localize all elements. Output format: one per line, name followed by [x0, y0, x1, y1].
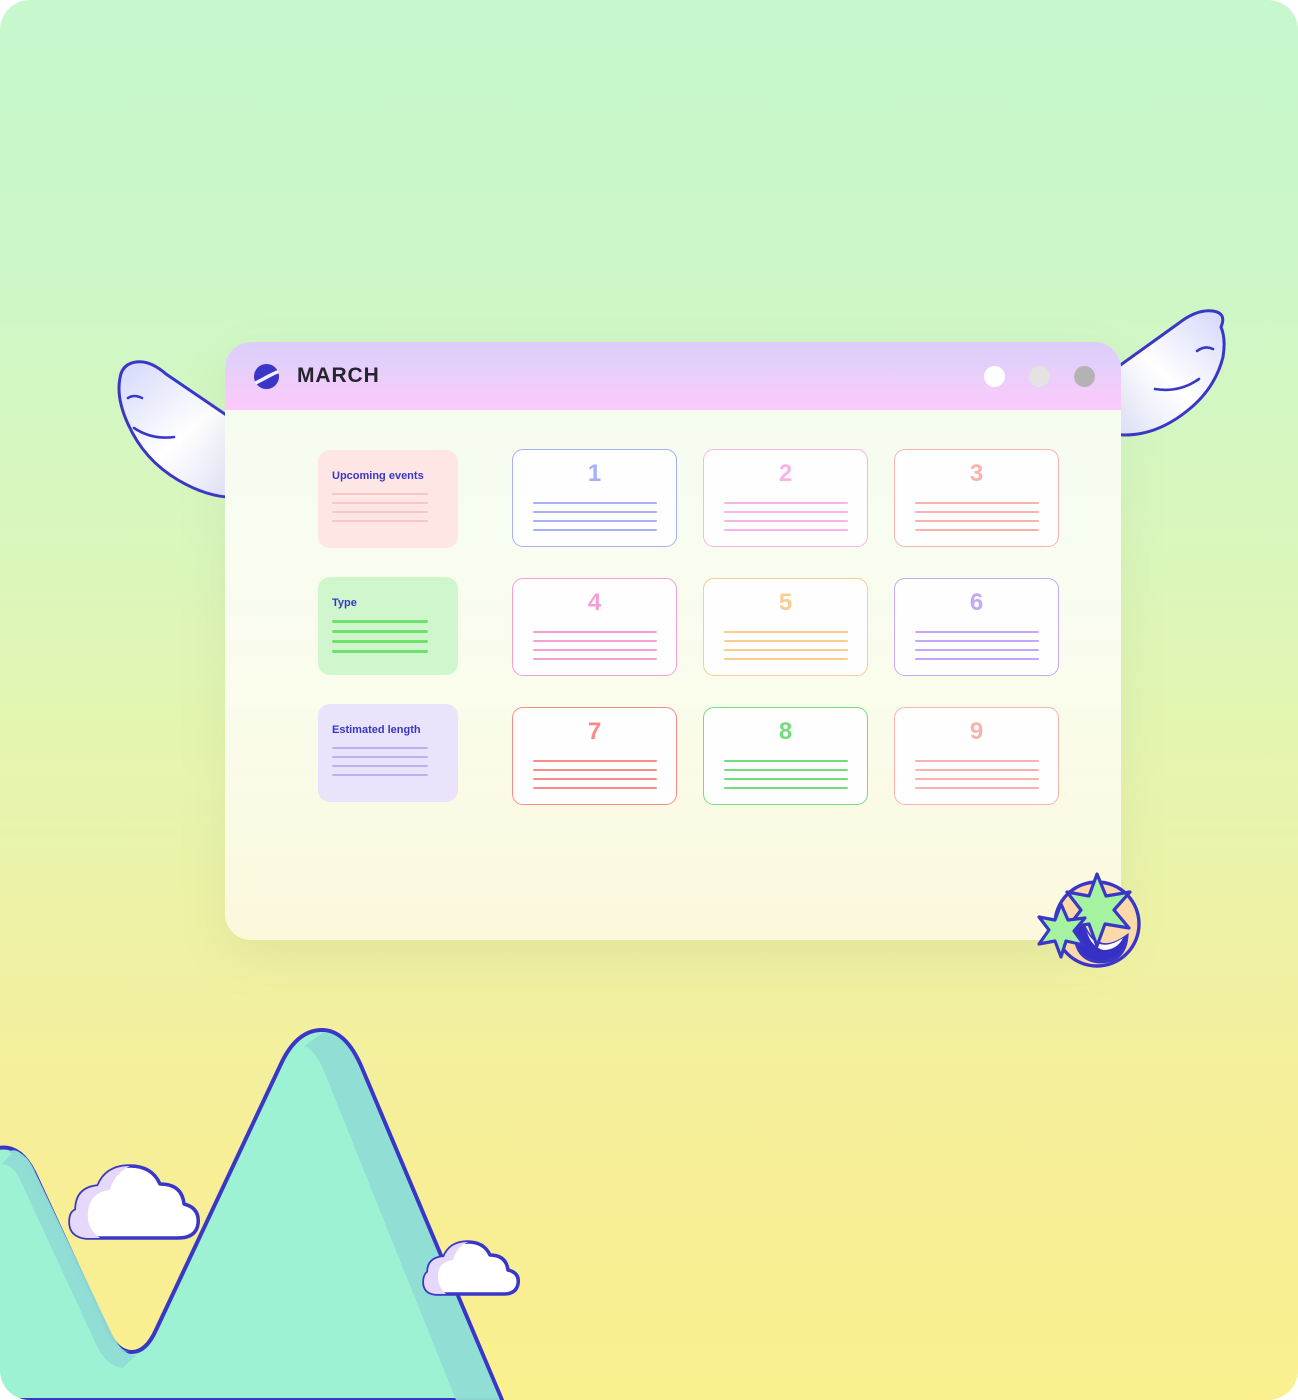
sidebar-card-label: Type	[332, 597, 357, 609]
placeholder-lines	[532, 760, 657, 789]
event-card-number: 6	[969, 589, 984, 616]
event-card-number: 7	[587, 718, 602, 745]
window-control-maximize[interactable]	[1029, 365, 1050, 387]
placeholder-lines	[723, 631, 848, 660]
placeholder-lines	[532, 502, 657, 531]
event-card[interactable]: 9	[894, 707, 1059, 805]
event-card-number: 8	[778, 718, 793, 745]
event-card[interactable]: 6	[894, 578, 1059, 676]
sidebar-card-label: Estimated length	[332, 724, 421, 736]
browser-window: MARCH Upcoming events Type Estimated len…	[225, 342, 1121, 940]
event-card[interactable]: 3	[894, 449, 1059, 547]
placeholder-lines	[914, 631, 1039, 660]
placeholder-lines	[332, 620, 444, 653]
sidebar-card-label: Upcoming events	[332, 470, 424, 482]
event-card-number: 3	[969, 460, 984, 487]
event-card-number: 1	[587, 460, 602, 487]
event-card[interactable]: 8	[703, 707, 868, 805]
cloud-icon	[68, 1164, 200, 1240]
placeholder-lines	[723, 502, 848, 531]
placeholder-lines	[332, 747, 444, 776]
event-card-number: 4	[587, 589, 602, 616]
event-card-number: 9	[969, 718, 984, 745]
event-card-number: 5	[778, 589, 793, 616]
placeholder-lines	[914, 760, 1039, 789]
window-control-close[interactable]	[1074, 365, 1095, 387]
sidebar-card-type[interactable]: Type	[318, 577, 458, 675]
window-control-minimize[interactable]	[984, 365, 1005, 387]
placeholder-lines	[914, 502, 1039, 531]
event-card[interactable]: 7	[512, 707, 677, 805]
placeholder-lines	[723, 760, 848, 789]
event-card[interactable]: 5	[703, 578, 868, 676]
window-controls	[984, 365, 1095, 387]
window-titlebar: MARCH	[225, 342, 1121, 410]
planet-logo-icon	[253, 363, 280, 389]
event-card[interactable]: 2	[703, 449, 868, 547]
sidebar: Upcoming events Type Estimated length	[318, 448, 458, 805]
sidebar-card-upcoming-events[interactable]: Upcoming events	[318, 450, 458, 548]
cloud-icon	[422, 1240, 521, 1296]
mountain-landscape-icon	[0, 1028, 521, 1400]
sidebar-card-estimated-length[interactable]: Estimated length	[318, 704, 458, 802]
event-card-grid: 1 2 3 4 5 6 7 8 9	[512, 448, 1059, 805]
placeholder-lines	[532, 631, 657, 660]
window-body: Upcoming events Type Estimated length 1 …	[225, 410, 1121, 805]
event-card[interactable]: 1	[512, 449, 677, 547]
placeholder-lines	[332, 493, 444, 522]
event-card[interactable]: 4	[512, 578, 677, 676]
event-card-number: 2	[778, 460, 793, 487]
page-title: MARCH	[297, 364, 380, 387]
illustration-scene: MARCH Upcoming events Type Estimated len…	[0, 0, 1298, 1400]
